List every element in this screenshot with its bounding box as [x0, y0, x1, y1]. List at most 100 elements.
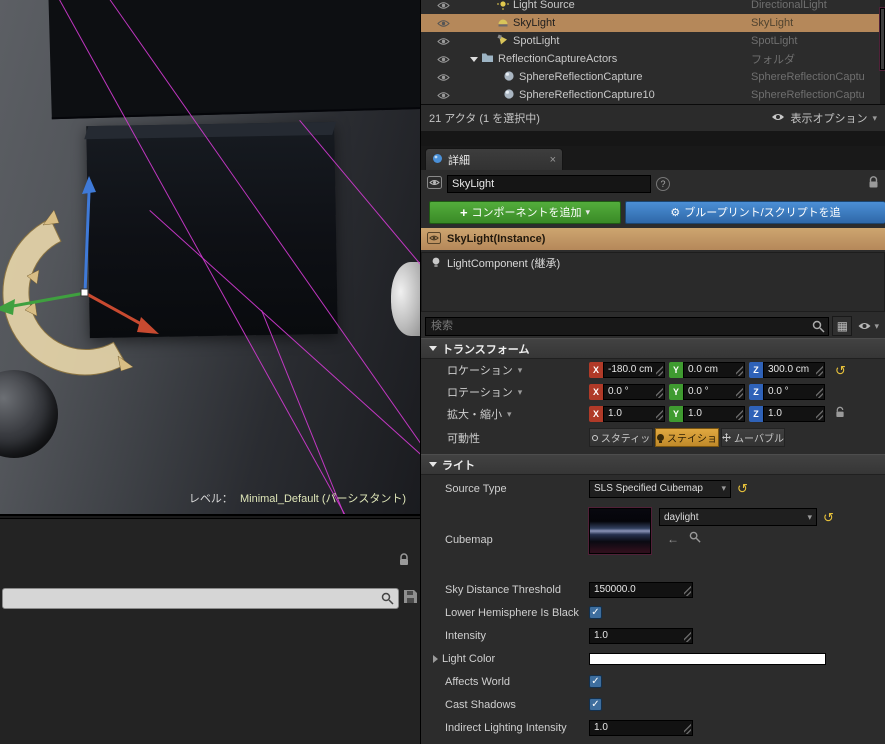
wireframe-line: [261, 310, 360, 514]
rotation-x-value[interactable]: 0.0 °: [603, 384, 665, 400]
lower-hemisphere-checkbox[interactable]: ✓: [589, 606, 602, 619]
outliner-row-light-source[interactable]: Light Source DirectionalLight: [421, 0, 885, 14]
add-component-button[interactable]: + コンポーネントを追加 ▾: [429, 200, 621, 224]
reset-to-default-icon[interactable]: ↺: [835, 364, 846, 377]
viewport-3d[interactable]: レベル： Minimal_Default (パーシスタント): [0, 0, 420, 516]
actor-name-input[interactable]: [447, 175, 651, 193]
rotation-z-field[interactable]: Z 0.0 °: [749, 384, 825, 400]
scale-label[interactable]: 拡大・縮小 ▾: [421, 406, 589, 422]
use-selected-asset-icon[interactable]: ←: [667, 532, 679, 546]
visibility-eye-icon[interactable]: [437, 37, 453, 46]
actor-label[interactable]: ReflectionCaptureActors: [498, 53, 617, 65]
light-color-swatch[interactable]: [589, 652, 826, 665]
rotation-y-field[interactable]: Y 0.0 °: [669, 384, 745, 400]
actor-label[interactable]: SphereReflectionCapture10: [519, 89, 655, 101]
mobility-movable-button[interactable]: ムーバブル: [721, 428, 785, 447]
location-z-value[interactable]: 300.0 cm: [763, 362, 825, 378]
actor-count: 21 アクタ (1 を選択中): [429, 113, 540, 125]
source-type-dropdown[interactable]: SLS Specified Cubemap ▾: [589, 479, 731, 498]
close-icon[interactable]: ×: [550, 154, 556, 166]
details-buttons-row: + コンポーネントを追加 ▾ ⚙ ブループリント/スクリプトを追: [421, 198, 885, 226]
outliner-row-folder[interactable]: ReflectionCaptureActors フォルダ: [421, 50, 885, 68]
actor-label[interactable]: SkyLight: [513, 17, 555, 29]
section-light[interactable]: ライト: [421, 454, 885, 475]
actor-label[interactable]: SpotLight: [513, 35, 559, 47]
outliner-scrollbar[interactable]: [879, 0, 885, 104]
location-y-value[interactable]: 0.0 cm: [683, 362, 745, 378]
affects-world-checkbox[interactable]: ✓: [589, 675, 602, 688]
folder-icon: [481, 52, 494, 66]
source-type-value: SLS Specified Cubemap: [594, 483, 703, 494]
gizmo-center[interactable]: [80, 288, 89, 297]
rotation-y-value[interactable]: 0.0 °: [683, 384, 745, 400]
outliner-row-sphere-capture-10[interactable]: SphereReflectionCapture10 SphereReflecti…: [421, 86, 885, 104]
reset-to-default-icon[interactable]: ↺: [823, 511, 834, 524]
axis-y-badge: Y: [669, 406, 683, 422]
scale-z-value[interactable]: 1.0: [763, 406, 825, 422]
visibility-eye-icon[interactable]: [437, 91, 453, 100]
visibility-eye-icon[interactable]: [437, 1, 453, 10]
location-x-field[interactable]: X -180.0 cm: [589, 362, 665, 378]
reset-to-default-icon[interactable]: ↺: [737, 482, 748, 495]
gizmo-axis-x-head: [137, 317, 159, 334]
cast-shadows-checkbox[interactable]: ✓: [589, 698, 602, 711]
outliner-row-spotlight[interactable]: SpotLight SpotLight: [421, 32, 885, 50]
save-icon[interactable]: [403, 589, 418, 607]
content-search-input[interactable]: [2, 587, 399, 609]
scale-y-field[interactable]: Y 1.0: [669, 406, 745, 422]
gizmo-axis-x[interactable]: [84, 291, 144, 327]
blueprint-script-button[interactable]: ⚙ ブループリント/スクリプトを追: [625, 200, 885, 224]
instance-header[interactable]: SkyLight(Instance): [421, 228, 885, 250]
visibility-eye-icon[interactable]: [437, 19, 453, 28]
outliner-row-sphere-capture[interactable]: SphereReflectionCapture SphereReflection…: [421, 68, 885, 86]
section-transform[interactable]: トランスフォーム: [421, 338, 885, 359]
rotation-x-field[interactable]: X 0.0 °: [589, 384, 665, 400]
scale-z-field[interactable]: Z 1.0: [749, 406, 825, 422]
property-matrix-icon[interactable]: ▦: [832, 316, 853, 336]
scale-y-value[interactable]: 1.0: [683, 406, 745, 422]
actor-type: DirectionalLight: [751, 0, 827, 11]
lock-icon[interactable]: [868, 176, 879, 192]
location-y-field[interactable]: Y 0.0 cm: [669, 362, 745, 378]
unlock-icon[interactable]: [835, 406, 845, 422]
rotation-z-value[interactable]: 0.0 °: [763, 384, 825, 400]
location-label[interactable]: ロケーション ▾: [421, 362, 589, 378]
location-x-value[interactable]: -180.0 cm: [603, 362, 665, 378]
component-row-lightcomponent[interactable]: LightComponent (継承): [422, 253, 884, 273]
lock-icon[interactable]: [398, 553, 410, 570]
view-options-label: 表示オプション: [790, 113, 868, 125]
rotation-label[interactable]: ロテーション ▾: [421, 384, 589, 400]
scale-x-field[interactable]: X 1.0: [589, 406, 665, 422]
tab-details[interactable]: 詳細 ×: [425, 148, 563, 170]
browse-asset-icon[interactable]: [689, 531, 701, 546]
help-icon[interactable]: ?: [656, 177, 670, 191]
indirect-lighting-value[interactable]: 1.0: [589, 719, 693, 736]
actor-label[interactable]: Light Source: [513, 0, 575, 11]
world-outliner: Light Source DirectionalLight SkyLight S…: [421, 0, 885, 104]
mobility-static-button[interactable]: スタティッ: [589, 428, 653, 447]
level-name[interactable]: Minimal_Default (パーシスタント): [240, 493, 406, 505]
view-options-button[interactable]: 表示オプション ▾: [771, 110, 877, 126]
scale-x-value[interactable]: 1.0: [603, 406, 665, 422]
actor-label[interactable]: SphereReflectionCapture: [519, 71, 643, 83]
visibility-eye-icon[interactable]: [437, 55, 453, 64]
check-icon: ✓: [591, 699, 600, 710]
intensity-value[interactable]: 1.0: [589, 627, 693, 644]
cubemap-dropdown[interactable]: daylight ▾: [659, 508, 817, 526]
details-search-input[interactable]: [425, 316, 830, 336]
display-filter-button[interactable]: ▾: [855, 321, 881, 332]
search-icon: [381, 592, 394, 608]
sky-distance-value[interactable]: 150000.0: [589, 581, 693, 598]
location-z-field[interactable]: Z 300.0 cm: [749, 362, 825, 378]
cubemap-thumbnail[interactable]: [588, 507, 652, 555]
mobility-stationary-button[interactable]: ステイショ: [655, 428, 719, 447]
visibility-eye-icon[interactable]: [437, 73, 453, 82]
row-scale: 拡大・縮小 ▾ X 1.0 Y 1.0 Z 1.0: [421, 403, 885, 425]
rotation-gizmo[interactable]: [0, 168, 205, 398]
gizmo-axis-z[interactable]: [83, 191, 91, 294]
expander-right-icon[interactable]: [433, 654, 438, 663]
expander-icon[interactable]: [470, 56, 478, 62]
intensity-label: Intensity: [445, 629, 486, 642]
outliner-row-skylight[interactable]: SkyLight SkyLight: [421, 14, 885, 32]
outliner-status-bar: 21 アクタ (1 を選択中) 表示オプション ▾: [421, 104, 885, 131]
